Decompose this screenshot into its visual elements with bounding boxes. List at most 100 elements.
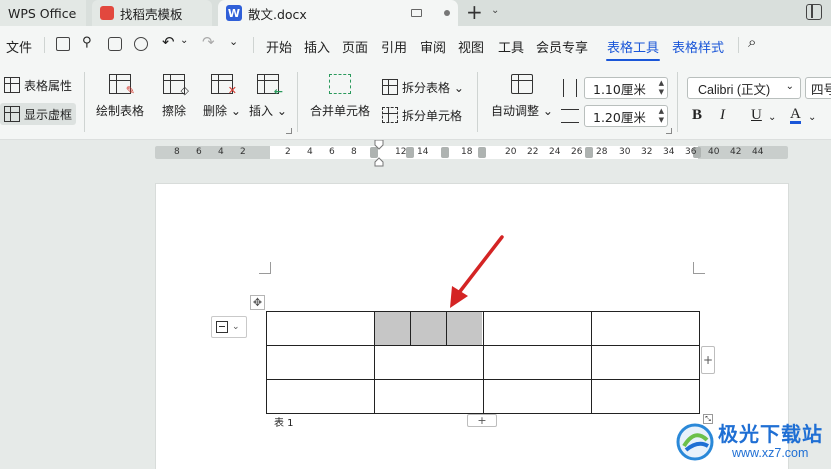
docer-logo-icon — [100, 6, 114, 20]
column-width-icon — [563, 79, 577, 97]
draw-table-button[interactable]: ✎ 绘制表格 — [96, 74, 144, 119]
table-cell[interactable] — [482, 345, 592, 380]
more-chevron-icon[interactable]: ⌄ — [229, 35, 243, 49]
underline-dropdown-icon[interactable]: ⌄ — [768, 112, 776, 123]
menu-table-tools[interactable]: 表格工具 — [607, 37, 659, 56]
ruler-number: 2 — [285, 147, 291, 157]
tab-template[interactable]: 找稻壳模板 — [92, 0, 212, 26]
ruler-number: 8 — [174, 147, 180, 157]
underline-button[interactable]: U — [751, 107, 762, 124]
unsaved-dot-icon[interactable] — [444, 10, 450, 16]
row-height-input[interactable]: 1.20厘米 ▲ ▼ — [584, 105, 668, 127]
menu-review[interactable]: 审阅 — [420, 37, 446, 56]
active-tab-indicator — [606, 59, 660, 61]
table-cell[interactable] — [265, 379, 376, 414]
split-cells-label: 拆分单元格 — [402, 108, 463, 123]
indent-marker-icon[interactable] — [373, 140, 385, 168]
horizontal-ruler[interactable]: 8 6 4 2 2 4 6 8 12 14 18 20 22 24 26 28 … — [155, 146, 788, 159]
selected-split-cell[interactable] — [410, 312, 447, 345]
insert-table-icon: ← — [256, 74, 283, 98]
table-align-control[interactable]: ⌄ — [211, 316, 247, 338]
sidebar-toggle-icon[interactable] — [806, 4, 822, 20]
split-table-cell[interactable] — [374, 311, 484, 346]
expand-icon[interactable] — [286, 128, 292, 134]
selected-split-cell[interactable] — [375, 312, 411, 345]
site-watermark: 极光下载站 www.xz7.com — [674, 414, 831, 469]
ruler-column-marker[interactable] — [478, 147, 486, 158]
selected-split-cell[interactable] — [446, 312, 483, 345]
redo-icon[interactable]: ↷ — [202, 33, 216, 51]
column-width-input[interactable]: 1.10厘米 ▲ ▼ — [584, 77, 668, 99]
menu-references[interactable]: 引用 — [381, 37, 407, 56]
table-properties-label: 表格属性 — [24, 78, 73, 93]
ruler-column-marker[interactable] — [406, 147, 414, 158]
split-table-button[interactable]: 拆分表格 ⌄ — [378, 76, 468, 98]
table-cell[interactable] — [590, 379, 701, 414]
menu-home[interactable]: 开始 — [266, 37, 292, 56]
print-preview-icon[interactable] — [134, 37, 148, 51]
table-properties-button[interactable]: 表格属性 — [0, 74, 76, 96]
table-cell[interactable] — [590, 311, 701, 346]
link-icon[interactable]: ⚲ — [82, 35, 96, 50]
table-align-icon — [216, 321, 228, 333]
table-cell[interactable] — [265, 345, 376, 380]
show-gridlines-button[interactable]: 显示虚框 — [0, 103, 77, 125]
table-cell[interactable] — [482, 379, 592, 414]
watermark-url: www.xz7.com — [732, 446, 809, 460]
font-color-dropdown-icon[interactable]: ⌄ — [808, 112, 816, 123]
word-doc-icon: W — [226, 5, 242, 21]
ruler-column-marker[interactable] — [441, 147, 449, 158]
table-cell[interactable] — [374, 345, 484, 380]
ruler-number: 44 — [752, 147, 764, 157]
ruler-number: 42 — [730, 147, 742, 157]
spinner-arrows-icon[interactable]: ▲ ▼ — [659, 79, 664, 97]
ruler-number: 36 — [685, 147, 697, 157]
add-column-button[interactable]: + — [701, 346, 715, 374]
ruler-column-marker[interactable] — [585, 147, 593, 158]
merge-cells-button[interactable]: 合并单元格 — [310, 74, 370, 119]
new-tab-plus-icon[interactable]: + — [466, 2, 483, 22]
menu-file[interactable]: 文件 — [6, 37, 32, 56]
add-row-button[interactable]: + — [467, 414, 497, 427]
undo-icon[interactable]: ↶ — [162, 33, 176, 51]
spinner-arrows-icon[interactable]: ▲ ▼ — [659, 107, 664, 125]
undo-dropdown-icon[interactable]: ⌄ — [180, 35, 194, 49]
print-icon[interactable] — [108, 37, 122, 51]
table-cell[interactable] — [374, 379, 484, 414]
monitor-icon[interactable] — [411, 9, 422, 17]
table-cell[interactable] — [482, 311, 592, 346]
document-table[interactable] — [265, 311, 701, 414]
table-cell[interactable] — [265, 311, 376, 346]
table-cell[interactable] — [590, 345, 701, 380]
tab-wps-office[interactable]: WPS Office — [0, 0, 86, 26]
annotation-arrow-icon — [450, 235, 504, 308]
erase-button[interactable]: ◇ 擦除 — [162, 74, 189, 119]
save-icon[interactable] — [56, 37, 70, 51]
ribbon: 表格属性 显示虚框 ✎ 绘制表格 ◇ 擦除 ✕ 删除 ⌄ ← 插入 ⌄ 合并单元… — [0, 64, 831, 140]
menu-insert[interactable]: 插入 — [304, 37, 330, 56]
search-icon[interactable]: ⌕ — [748, 33, 762, 51]
ruler-number: 30 — [619, 147, 631, 157]
menu-view[interactable]: 视图 — [458, 37, 484, 56]
font-size-value: 四号 — [811, 81, 831, 97]
auto-fit-button[interactable]: 自动调整 ⌄ — [491, 74, 553, 119]
table-move-handle-icon[interactable]: ✥ — [250, 295, 265, 310]
insert-button[interactable]: ← 插入 ⌄ — [249, 74, 287, 119]
tab-document[interactable]: W 散文.docx — [218, 0, 458, 26]
ruler-number: 20 — [505, 147, 517, 157]
delete-button[interactable]: ✕ 删除 ⌄ — [203, 74, 241, 119]
italic-button[interactable]: I — [720, 107, 725, 124]
font-size-select[interactable]: 四号 — [805, 77, 831, 99]
font-color-button[interactable]: A — [790, 107, 801, 124]
menu-page[interactable]: 页面 — [342, 37, 368, 56]
menu-member[interactable]: 会员专享 — [536, 37, 588, 56]
tab-list-chevron-icon[interactable]: ⌄ — [491, 5, 499, 16]
menu-tools[interactable]: 工具 — [498, 37, 524, 56]
column-width-value: 1.10厘米 — [593, 81, 646, 97]
bold-button[interactable]: B — [692, 107, 702, 124]
ruler-area: 8 6 4 2 2 4 6 8 12 14 18 20 22 24 26 28 … — [0, 140, 831, 168]
expand-icon[interactable] — [666, 128, 672, 134]
menu-table-style[interactable]: 表格样式 — [672, 37, 724, 56]
font-family-select[interactable]: Calibri (正文) ⌄ — [687, 77, 801, 99]
split-cells-button[interactable]: 拆分单元格 — [378, 104, 466, 126]
